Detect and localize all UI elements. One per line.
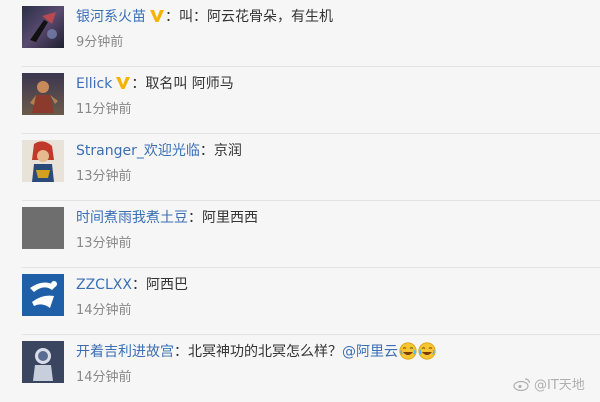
comment-separator: ：	[131, 277, 146, 293]
comment-separator: ：	[174, 344, 188, 360]
avatar[interactable]	[22, 73, 64, 115]
laughing-emoji-icon	[418, 342, 436, 360]
avatar[interactable]	[22, 140, 64, 182]
comment-time: 13分钟前	[76, 236, 132, 251]
comment-text: 北冥神功的北冥怎么样？	[188, 344, 342, 360]
comment-text: 阿里西西	[202, 210, 258, 226]
comment-time: 9分钟前	[76, 35, 124, 50]
comment-line: 时间煮雨我煮土豆：阿里西西	[76, 208, 258, 228]
avatar[interactable]	[22, 207, 64, 249]
comment-text: 阿西巴	[145, 277, 188, 293]
mention-link[interactable]: @阿里云	[342, 344, 398, 360]
comment-text: 京润	[213, 143, 242, 159]
comment-time: 14分钟前	[76, 370, 132, 385]
comment-line: Stranger_欢迎光临：京润	[76, 141, 242, 161]
avatar[interactable]	[22, 6, 64, 48]
comment-line: ZZCLXX：阿西巴	[76, 275, 188, 295]
comment-item: 银河系火苗 ：叫：阿云花骨朵，有生机 9分钟前	[0, 0, 600, 67]
comment-time: 13分钟前	[76, 169, 132, 184]
username-link[interactable]: 时间煮雨我煮土豆	[76, 210, 188, 226]
comment-time: 11分钟前	[76, 102, 132, 117]
weibo-icon	[513, 377, 531, 391]
verified-badge-icon	[149, 8, 165, 24]
avatar[interactable]	[22, 274, 64, 316]
comment-item: Ellick ：取名叫 阿师马 11分钟前	[0, 67, 600, 134]
comment-line: Ellick ：取名叫 阿师马	[76, 74, 234, 94]
avatar[interactable]	[22, 341, 64, 383]
comment-separator: ：	[199, 143, 214, 159]
username-link[interactable]: 银河系火苗	[76, 9, 146, 25]
comment-item: Stranger_欢迎光临：京润 13分钟前	[0, 134, 600, 201]
comment-separator: ：	[188, 210, 202, 226]
comment-line: 银河系火苗 ：叫：阿云花骨朵，有生机	[76, 7, 333, 27]
comment-item: ZZCLXX：阿西巴 14分钟前	[0, 268, 600, 335]
username-link[interactable]: Ellick	[76, 76, 112, 92]
username-link[interactable]: Stranger_欢迎光临	[76, 143, 200, 159]
username-link[interactable]: ZZCLXX	[76, 277, 132, 293]
watermark: @IT天地	[513, 374, 585, 393]
comment-text: 叫：阿云花骨朵，有生机	[179, 9, 333, 25]
laughing-emoji-icon	[399, 342, 417, 360]
verified-badge-icon	[115, 75, 131, 91]
comment-time: 14分钟前	[76, 303, 132, 318]
username-link[interactable]: 开着吉利进故宫	[76, 344, 174, 360]
comment-text: 取名叫 阿师马	[145, 76, 234, 92]
comment-line: 开着吉利进故宫：北冥神功的北冥怎么样？@阿里云	[76, 342, 436, 362]
watermark-text: @IT天地	[534, 378, 585, 393]
comment-feed: 银河系火苗 ：叫：阿云花骨朵，有生机 9分钟前 Ellick：取名叫 阿师马 1…	[0, 0, 600, 400]
comment-separator: ：	[131, 76, 146, 92]
comment-item: 开着吉利进故宫：北冥神功的北冥怎么样？@阿里云 14分钟前	[0, 335, 600, 402]
comment-item: 时间煮雨我煮土豆：阿里西西 13分钟前	[0, 201, 600, 268]
comment-separator: ：	[165, 9, 179, 25]
